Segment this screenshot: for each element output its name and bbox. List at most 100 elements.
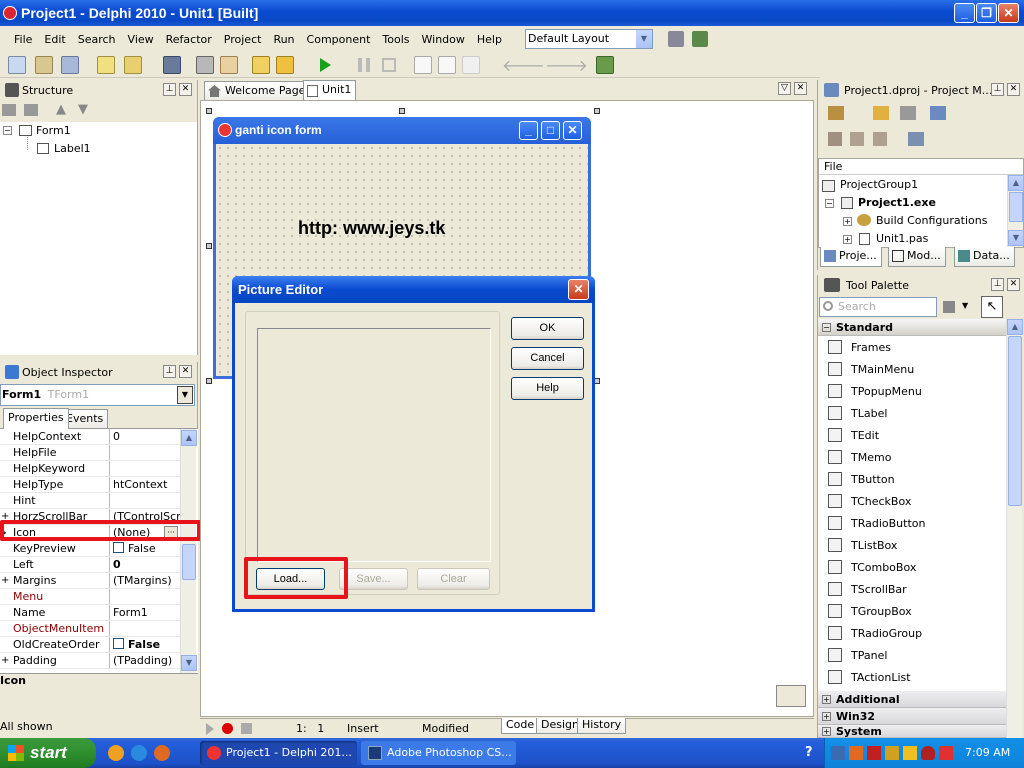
structure-node-label1[interactable]: Label1 (54, 142, 91, 155)
tab-history[interactable]: History (577, 718, 627, 734)
sync-icon[interactable] (828, 132, 842, 146)
property-value[interactable]: (TPadding) (110, 653, 180, 668)
menu-tools[interactable]: Tools (376, 33, 415, 46)
tree-expander-icon[interactable]: − (3, 126, 12, 135)
pointer-tool-icon[interactable]: ↖ (981, 296, 1003, 318)
help-book-icon[interactable] (596, 56, 614, 74)
minimize-button[interactable]: _ (954, 3, 975, 23)
open-icon[interactable] (35, 56, 53, 74)
tab-project[interactable]: Proje... (820, 247, 882, 267)
dialog-close-button[interactable]: ✕ (568, 279, 589, 300)
palette-item-tgroupbox[interactable]: TGroupBox (818, 600, 1006, 622)
move-down-icon[interactable]: ▼ (78, 102, 88, 117)
tray-icon[interactable] (921, 746, 935, 760)
tree-expander-icon[interactable]: − (825, 199, 834, 208)
task-photoshop[interactable]: Adobe Photoshop CS... (361, 741, 516, 765)
pin-icon[interactable]: ⊥ (163, 83, 176, 96)
tab-welcome-page[interactable]: Welcome Page (204, 81, 311, 101)
palette-item-tmainmenu[interactable]: TMainMenu (818, 358, 1006, 380)
structure-node-form1[interactable]: Form1 (36, 124, 71, 137)
palette-item-tedit[interactable]: TEdit (818, 424, 1006, 446)
property-value[interactable] (110, 589, 180, 604)
ie-icon[interactable] (131, 745, 147, 761)
clear-button[interactable]: Clear (417, 568, 490, 590)
palette-item-tlistbox[interactable]: TListBox (818, 534, 1006, 556)
menu-search[interactable]: Search (72, 33, 122, 46)
pin-icon[interactable]: ⊥ (163, 365, 176, 378)
stop-icon[interactable] (382, 58, 396, 72)
task-delphi[interactable]: Project1 - Delphi 201... (200, 741, 357, 765)
run-icon[interactable] (320, 58, 331, 72)
forward-arrow-icon[interactable]: 🡒 (545, 55, 588, 75)
remove-file-icon[interactable] (276, 56, 294, 74)
set-layout-icon[interactable] (692, 31, 708, 47)
pause-icon[interactable] (358, 58, 370, 72)
property-row-helptype[interactable]: HelpType htContext (0, 477, 180, 493)
play-macro-icon[interactable] (206, 723, 214, 735)
palette-scrollbar[interactable]: ▲ (1006, 319, 1023, 738)
menu-window[interactable]: Window (416, 33, 471, 46)
tab-model[interactable]: Mod... (888, 247, 946, 267)
chevron-down-icon[interactable]: ▼ (636, 30, 652, 48)
tree-expander-icon[interactable]: + (843, 217, 852, 226)
property-value[interactable]: 0 (110, 429, 180, 444)
selection-handle[interactable] (399, 108, 405, 114)
move-up-icon[interactable]: ▲ (56, 102, 66, 117)
open-project-icon[interactable] (124, 56, 142, 74)
pin-icon[interactable]: ⊥ (991, 83, 1004, 96)
ok-button[interactable]: OK (511, 317, 584, 340)
palette-category-system[interactable]: + System (818, 725, 1006, 738)
menu-run[interactable]: Run (267, 33, 300, 46)
component-select[interactable]: Form1 TForm1 ▼ (0, 384, 195, 406)
palette-category-standard[interactable]: − Standard (818, 319, 1006, 336)
expand-icon[interactable] (850, 132, 864, 146)
menu-project[interactable]: Project (218, 33, 268, 46)
property-value[interactable] (110, 621, 180, 636)
menu-component[interactable]: Component (301, 33, 377, 46)
project-node-build-configs[interactable]: Build Configurations (876, 214, 987, 227)
property-value[interactable]: Form1 (110, 605, 180, 620)
palette-category-additional[interactable]: + Additional (818, 691, 1006, 708)
project-node-unit1[interactable]: Unit1.pas (876, 232, 928, 245)
structure-folder2-icon[interactable] (24, 104, 38, 116)
list-icon[interactable] (908, 132, 924, 146)
pin-icon[interactable]: ⊥ (991, 278, 1004, 291)
palette-item-tlabel[interactable]: TLabel (818, 402, 1006, 424)
property-row-keypreview[interactable]: KeyPreview False (0, 541, 180, 557)
property-value[interactable] (110, 461, 180, 476)
tray-icon[interactable] (867, 746, 881, 760)
form-minimize-button[interactable]: _ (519, 121, 538, 140)
selection-handle[interactable] (206, 243, 212, 249)
property-row-oldcreateorder[interactable]: OldCreateOrder False (0, 637, 180, 653)
view-unit-icon[interactable] (196, 56, 214, 74)
property-row-name[interactable]: Name Form1 (0, 605, 180, 621)
stop-macro-icon[interactable] (241, 723, 252, 734)
scroll-thumb[interactable] (1009, 192, 1023, 222)
palette-item-tradiogroup[interactable]: TRadioGroup (818, 622, 1006, 644)
scroll-up-icon[interactable]: ▲ (181, 430, 197, 446)
tab-unit1[interactable]: Unit1 (303, 80, 357, 101)
close-icon[interactable]: ✕ (1007, 83, 1020, 96)
property-row-hint[interactable]: Hint (0, 493, 180, 509)
tree-expander-icon[interactable]: + (843, 235, 852, 244)
palette-item-tactionlist[interactable]: TActionList (818, 666, 1006, 688)
selection-handle[interactable] (594, 108, 600, 114)
close-icon[interactable]: ✕ (179, 83, 192, 96)
new-icon[interactable] (8, 56, 26, 74)
tray-icon[interactable] (939, 746, 953, 760)
save-button[interactable]: Save... (339, 568, 408, 590)
cancel-button[interactable]: Cancel (511, 347, 584, 370)
layout-select[interactable]: Default Layout ▼ (525, 29, 653, 49)
property-value[interactable] (110, 493, 180, 508)
tray-icon[interactable] (903, 746, 917, 760)
scroll-down-icon[interactable]: ▼ (181, 655, 197, 671)
scroll-thumb[interactable] (182, 544, 196, 580)
palette-item-tmemo[interactable]: TMemo (818, 446, 1006, 468)
project-node-group[interactable]: ProjectGroup1 (840, 178, 918, 191)
scroll-thumb[interactable] (1008, 336, 1022, 506)
palette-item-tpopupmenu[interactable]: TPopupMenu (818, 380, 1006, 402)
categories-icon[interactable] (943, 301, 955, 313)
trace-into-icon[interactable] (414, 56, 432, 74)
record-macro-icon[interactable] (222, 723, 233, 734)
chevron-down-icon[interactable]: ▼ (177, 386, 193, 404)
